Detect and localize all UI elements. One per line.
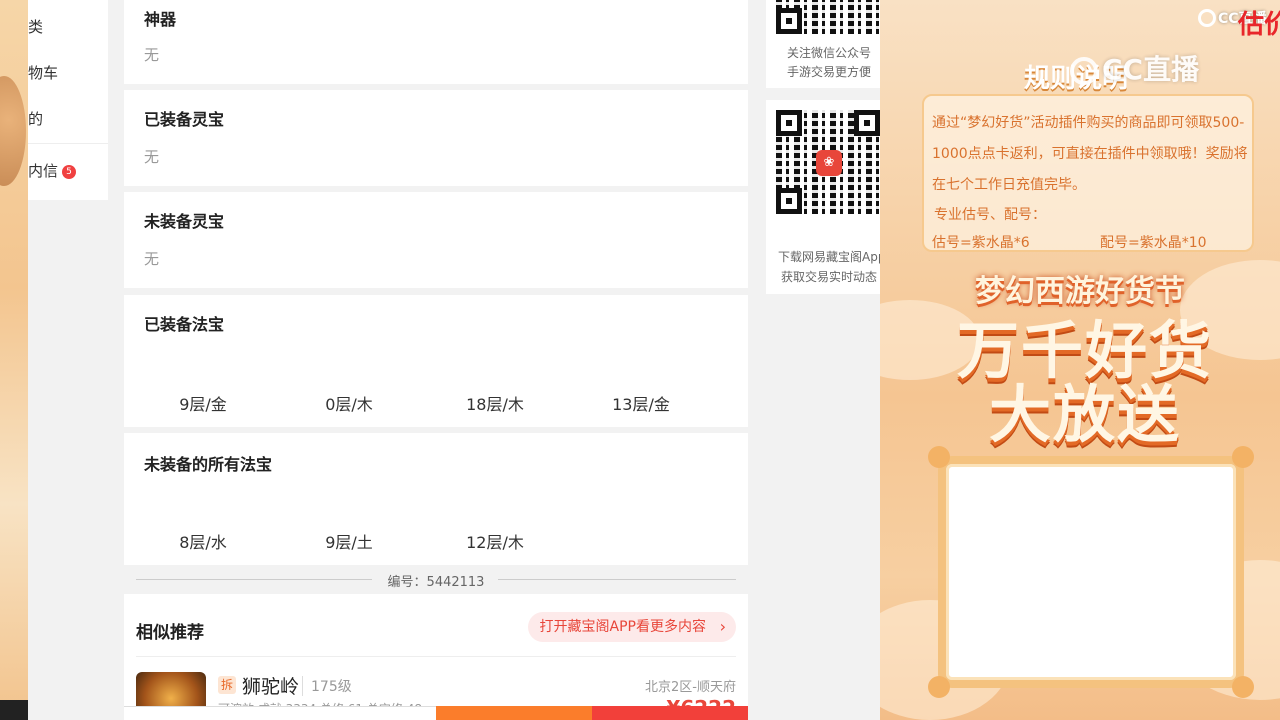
qr-caption: 获取交易实时动态 xyxy=(780,270,877,284)
item-tag: 拆 xyxy=(218,676,236,694)
card-value: 无 xyxy=(144,148,160,166)
rules-text: 通过“梦幻好货”活动插件购买的商品即可领取500-1000点点卡返利，可直接在插… xyxy=(932,115,1248,193)
card-value: 无 xyxy=(144,250,160,268)
plugin-frame[interactable] xyxy=(928,446,1254,698)
cc-watermark-text: CC直播 xyxy=(1102,53,1200,86)
side-nav: 类 物车 的 内信 5 xyxy=(28,0,108,200)
decor-ball xyxy=(0,76,26,186)
price-matching: 配号=紫水晶*10 xyxy=(1100,235,1207,251)
qr-corner xyxy=(776,110,802,136)
cc-ring-icon xyxy=(1070,57,1098,85)
qr-caption: 关注微信公众号 xyxy=(786,46,871,60)
qr-corner xyxy=(776,8,802,34)
card-title: 神器 xyxy=(144,10,177,29)
appraisal-label: 估价 xyxy=(1238,10,1280,40)
nav-divider xyxy=(28,143,108,144)
frame-ornament xyxy=(928,446,950,468)
wechat-qr-code xyxy=(776,0,880,34)
event-slogan-2: 大放送 xyxy=(988,378,1181,451)
item-region: 北京2区-顺天府 xyxy=(645,680,736,695)
rules-box: 通过“梦幻好货”活动插件购买的商品即可领取500-1000点点卡返利，可直接在插… xyxy=(922,94,1254,252)
item-level: 175级 xyxy=(302,676,352,696)
chevron-right-icon: › xyxy=(719,617,726,636)
service-label: 专业估号、配号： xyxy=(934,207,1046,223)
cc-ring-icon xyxy=(1198,9,1216,27)
nav-item-messages[interactable]: 内信 5 xyxy=(28,160,77,181)
similar-divider xyxy=(136,656,736,657)
nav-item-category[interactable]: 类 xyxy=(28,16,43,37)
frame-ornament xyxy=(1232,446,1254,468)
fabao-layer[interactable]: 18层/木 xyxy=(422,391,568,415)
wechat-qr-box: 关注微信公众号 手游交易更方便 xyxy=(766,0,880,88)
nav-item-label: 物车 xyxy=(28,64,59,82)
promo-panel: CC直播 估价 规则说明 CC直播 通过“梦幻好货”活动插件购买的商品即可领取5… xyxy=(880,0,1280,720)
page: 类 物车 的 内信 5 神器 无 已装备灵宝 无 未装备灵宝 无 已装备法宝 9层… xyxy=(0,0,1280,720)
fabao-layer[interactable]: 9层/金 xyxy=(130,391,276,415)
frame-ornament xyxy=(928,676,950,698)
card-equipped-lingbao: 已装备灵宝 无 xyxy=(124,90,748,186)
card-all-fabao: 未装备的所有法宝 8层/水 9层/土 12层/木 xyxy=(124,433,748,565)
open-app-label: 打开藏宝阁APP看更多内容 xyxy=(539,619,706,635)
nav-item-label: 的 xyxy=(28,110,44,128)
similar-title: 相似推荐 xyxy=(136,623,204,643)
open-app-button[interactable]: 打开藏宝阁APP看更多内容 › xyxy=(527,612,736,642)
fabao-layer[interactable]: 13层/金 xyxy=(568,391,714,415)
card-value: 无 xyxy=(144,46,160,64)
card-shenqi: 神器 无 xyxy=(124,0,748,84)
serial-divider: 编号：5442113 xyxy=(136,568,736,590)
nav-item-cart[interactable]: 物车 xyxy=(28,62,58,83)
serial-number: 编号：5442113 xyxy=(387,575,485,590)
bottom-icons-area[interactable] xyxy=(124,706,436,720)
qr-column: 关注微信公众号 手游交易更方便 ❀ 下载网易藏宝阁App 获取交易实时动态 xyxy=(766,0,880,720)
card-title: 未装备灵宝 xyxy=(144,212,225,231)
message-count-badge: 5 xyxy=(62,165,77,179)
fabao-layer[interactable]: 0层/木 xyxy=(276,391,422,415)
price-appraisal: 估号=紫水晶*6 xyxy=(932,235,1030,251)
buy-now-button[interactable] xyxy=(592,706,748,720)
card-title: 已装备灵宝 xyxy=(144,110,225,129)
cc-watermark: CC直播 xyxy=(1070,48,1199,88)
fabao-layer[interactable]: 8层/水 xyxy=(130,529,276,553)
cbg-logo-icon: ❀ xyxy=(816,150,842,176)
qr-corner xyxy=(776,188,802,214)
card-title: 已装备法宝 xyxy=(144,315,225,334)
app-qr-code: ❀ xyxy=(776,110,880,214)
card-unequipped-lingbao: 未装备灵宝 无 xyxy=(124,192,748,288)
nav-item-label: 类 xyxy=(28,18,44,36)
main-content: 神器 无 已装备灵宝 无 未装备灵宝 无 已装备法宝 9层/金 0层/木 18层… xyxy=(124,0,748,720)
left-decoration xyxy=(0,0,28,720)
similar-recommendations: 相似推荐 打开藏宝阁APP看更多内容 › 拆 狮驼岭 175级 可溶效 成就 3… xyxy=(124,594,748,720)
bottom-action-bar xyxy=(124,706,748,720)
add-to-cart-button[interactable] xyxy=(436,706,592,720)
nav-item-mine[interactable]: 的 xyxy=(28,108,43,129)
frame-ornament xyxy=(1232,676,1254,698)
qr-corner xyxy=(854,110,880,136)
card-equipped-fabao: 已装备法宝 9层/金 0层/木 18层/木 13层/金 xyxy=(124,295,748,427)
fabao-layer[interactable]: 9层/土 xyxy=(276,529,422,553)
app-qr-box: ❀ 下载网易藏宝阁App 获取交易实时动态 xyxy=(766,100,880,294)
qr-caption: 下载网易藏宝阁App xyxy=(778,250,880,264)
card-title: 未装备的所有法宝 xyxy=(144,455,273,474)
qr-caption: 手游交易更方便 xyxy=(786,65,871,79)
decor-bottom xyxy=(0,700,28,720)
nav-item-label: 内信 xyxy=(28,162,59,180)
item-name[interactable]: 狮驼岭 xyxy=(242,672,299,699)
fabao-layer[interactable]: 12层/木 xyxy=(422,529,568,553)
